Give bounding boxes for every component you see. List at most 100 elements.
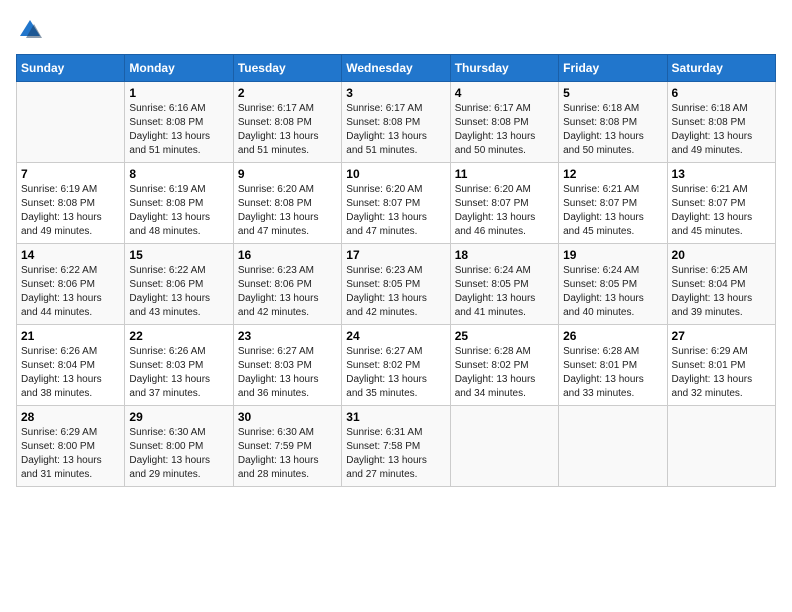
day-info: Sunrise: 6:22 AMSunset: 8:06 PMDaylight:… [21, 264, 120, 320]
calendar-cell: 17 Sunrise: 6:23 AMSunset: 8:05 PMDayligh… [342, 244, 450, 325]
day-info: Sunrise: 6:17 AMSunset: 8:08 PMDaylight:… [346, 102, 445, 158]
header-cell-saturday: Saturday [667, 55, 775, 82]
header-row: SundayMondayTuesdayWednesdayThursdayFrid… [17, 55, 776, 82]
day-info: Sunrise: 6:21 AMSunset: 8:07 PMDaylight:… [672, 183, 771, 239]
day-info: Sunrise: 6:24 AMSunset: 8:05 PMDaylight:… [563, 264, 662, 320]
day-number: 26 [563, 329, 662, 343]
calendar-cell: 16 Sunrise: 6:23 AMSunset: 8:06 PMDayligh… [233, 244, 341, 325]
calendar-cell: 13 Sunrise: 6:21 AMSunset: 8:07 PMDayligh… [667, 163, 775, 244]
calendar-cell: 2 Sunrise: 6:17 AMSunset: 8:08 PMDaylight… [233, 82, 341, 163]
day-info: Sunrise: 6:28 AMSunset: 8:01 PMDaylight:… [563, 345, 662, 401]
day-info: Sunrise: 6:18 AMSunset: 8:08 PMDaylight:… [672, 102, 771, 158]
day-number: 31 [346, 410, 445, 424]
day-number: 22 [129, 329, 228, 343]
day-info: Sunrise: 6:28 AMSunset: 8:02 PMDaylight:… [455, 345, 554, 401]
calendar-cell: 23 Sunrise: 6:27 AMSunset: 8:03 PMDayligh… [233, 325, 341, 406]
calendar-cell: 26 Sunrise: 6:28 AMSunset: 8:01 PMDayligh… [559, 325, 667, 406]
day-info: Sunrise: 6:30 AMSunset: 8:00 PMDaylight:… [129, 426, 228, 482]
calendar-cell: 3 Sunrise: 6:17 AMSunset: 8:08 PMDaylight… [342, 82, 450, 163]
day-number: 24 [346, 329, 445, 343]
calendar-cell: 18 Sunrise: 6:24 AMSunset: 8:05 PMDayligh… [450, 244, 558, 325]
calendar-cell: 14Sunrise: 6:22 AMSunset: 8:06 PMDayligh… [17, 244, 125, 325]
day-info: Sunrise: 6:21 AMSunset: 8:07 PMDaylight:… [563, 183, 662, 239]
calendar-cell [17, 82, 125, 163]
day-info: Sunrise: 6:24 AMSunset: 8:05 PMDaylight:… [455, 264, 554, 320]
day-number: 13 [672, 167, 771, 181]
day-number: 15 [129, 248, 228, 262]
day-info: Sunrise: 6:27 AMSunset: 8:02 PMDaylight:… [346, 345, 445, 401]
calendar-cell: 15 Sunrise: 6:22 AMSunset: 8:06 PMDayligh… [125, 244, 233, 325]
calendar-week-5: 28 Sunrise: 6:29 AMSunset: 8:00 PMDayligh… [17, 406, 776, 487]
calendar-table: SundayMondayTuesdayWednesdayThursdayFrid… [16, 54, 776, 487]
calendar-cell: 9 Sunrise: 6:20 AMSunset: 8:08 PMDaylight… [233, 163, 341, 244]
day-info: Sunrise: 6:26 AMSunset: 8:04 PMDaylight:… [21, 345, 120, 401]
day-number: 8 [129, 167, 228, 181]
header [16, 16, 776, 44]
day-number: 1 [129, 86, 228, 100]
day-info: Sunrise: 6:20 AMSunset: 8:08 PMDaylight:… [238, 183, 337, 239]
header-cell-monday: Monday [125, 55, 233, 82]
calendar-cell: 27Sunrise: 6:29 AMSunset: 8:01 PMDayligh… [667, 325, 775, 406]
calendar-cell: 25 Sunrise: 6:28 AMSunset: 8:02 PMDayligh… [450, 325, 558, 406]
calendar-cell: 29Sunrise: 6:30 AMSunset: 8:00 PMDayligh… [125, 406, 233, 487]
day-number: 23 [238, 329, 337, 343]
day-number: 21 [21, 329, 120, 343]
calendar-cell [450, 406, 558, 487]
day-info: Sunrise: 6:20 AMSunset: 8:07 PMDaylight:… [455, 183, 554, 239]
calendar-cell: 8 Sunrise: 6:19 AMSunset: 8:08 PMDaylight… [125, 163, 233, 244]
day-info: Sunrise: 6:29 AMSunset: 8:00 PMDaylight:… [21, 426, 120, 482]
day-number: 11 [455, 167, 554, 181]
day-number: 27 [672, 329, 771, 343]
header-cell-sunday: Sunday [17, 55, 125, 82]
calendar-cell: 31Sunrise: 6:31 AMSunset: 7:58 PMDayligh… [342, 406, 450, 487]
day-number: 9 [238, 167, 337, 181]
calendar-week-1: 1Sunrise: 6:16 AMSunset: 8:08 PMDaylight… [17, 82, 776, 163]
header-cell-friday: Friday [559, 55, 667, 82]
day-info: Sunrise: 6:23 AMSunset: 8:05 PMDaylight:… [346, 264, 445, 320]
logo-icon [16, 16, 44, 44]
day-number: 16 [238, 248, 337, 262]
day-number: 6 [672, 86, 771, 100]
day-info: Sunrise: 6:17 AMSunset: 8:08 PMDaylight:… [455, 102, 554, 158]
header-cell-wednesday: Wednesday [342, 55, 450, 82]
day-number: 3 [346, 86, 445, 100]
day-number: 5 [563, 86, 662, 100]
calendar-cell: 10 Sunrise: 6:20 AMSunset: 8:07 PMDayligh… [342, 163, 450, 244]
day-info: Sunrise: 6:27 AMSunset: 8:03 PMDaylight:… [238, 345, 337, 401]
day-info: Sunrise: 6:19 AMSunset: 8:08 PMDaylight:… [21, 183, 120, 239]
calendar-cell [667, 406, 775, 487]
day-info: Sunrise: 6:26 AMSunset: 8:03 PMDaylight:… [129, 345, 228, 401]
calendar-cell: 19Sunrise: 6:24 AMSunset: 8:05 PMDayligh… [559, 244, 667, 325]
calendar-cell: 4 Sunrise: 6:17 AMSunset: 8:08 PMDaylight… [450, 82, 558, 163]
calendar-cell: 21 Sunrise: 6:26 AMSunset: 8:04 PMDayligh… [17, 325, 125, 406]
day-info: Sunrise: 6:18 AMSunset: 8:08 PMDaylight:… [563, 102, 662, 158]
day-info: Sunrise: 6:30 AMSunset: 7:59 PMDaylight:… [238, 426, 337, 482]
day-info: Sunrise: 6:19 AMSunset: 8:08 PMDaylight:… [129, 183, 228, 239]
calendar-cell: 11 Sunrise: 6:20 AMSunset: 8:07 PMDayligh… [450, 163, 558, 244]
calendar-cell: 6 Sunrise: 6:18 AMSunset: 8:08 PMDaylight… [667, 82, 775, 163]
calendar-cell: 20 Sunrise: 6:25 AMSunset: 8:04 PMDayligh… [667, 244, 775, 325]
day-number: 10 [346, 167, 445, 181]
day-number: 25 [455, 329, 554, 343]
day-number: 30 [238, 410, 337, 424]
day-number: 12 [563, 167, 662, 181]
day-number: 20 [672, 248, 771, 262]
calendar-week-4: 21 Sunrise: 6:26 AMSunset: 8:04 PMDayligh… [17, 325, 776, 406]
calendar-body: 1Sunrise: 6:16 AMSunset: 8:08 PMDaylight… [17, 82, 776, 487]
header-cell-tuesday: Tuesday [233, 55, 341, 82]
day-number: 2 [238, 86, 337, 100]
day-info: Sunrise: 6:20 AMSunset: 8:07 PMDaylight:… [346, 183, 445, 239]
calendar-cell: 30 Sunrise: 6:30 AMSunset: 7:59 PMDayligh… [233, 406, 341, 487]
day-info: Sunrise: 6:22 AMSunset: 8:06 PMDaylight:… [129, 264, 228, 320]
day-number: 18 [455, 248, 554, 262]
calendar-cell [559, 406, 667, 487]
day-info: Sunrise: 6:23 AMSunset: 8:06 PMDaylight:… [238, 264, 337, 320]
calendar-week-3: 14Sunrise: 6:22 AMSunset: 8:06 PMDayligh… [17, 244, 776, 325]
day-info: Sunrise: 6:17 AMSunset: 8:08 PMDaylight:… [238, 102, 337, 158]
day-number: 28 [21, 410, 120, 424]
day-number: 17 [346, 248, 445, 262]
calendar-cell: 7Sunrise: 6:19 AMSunset: 8:08 PMDaylight… [17, 163, 125, 244]
calendar-cell: 22 Sunrise: 6:26 AMSunset: 8:03 PMDayligh… [125, 325, 233, 406]
day-info: Sunrise: 6:25 AMSunset: 8:04 PMDaylight:… [672, 264, 771, 320]
day-number: 4 [455, 86, 554, 100]
